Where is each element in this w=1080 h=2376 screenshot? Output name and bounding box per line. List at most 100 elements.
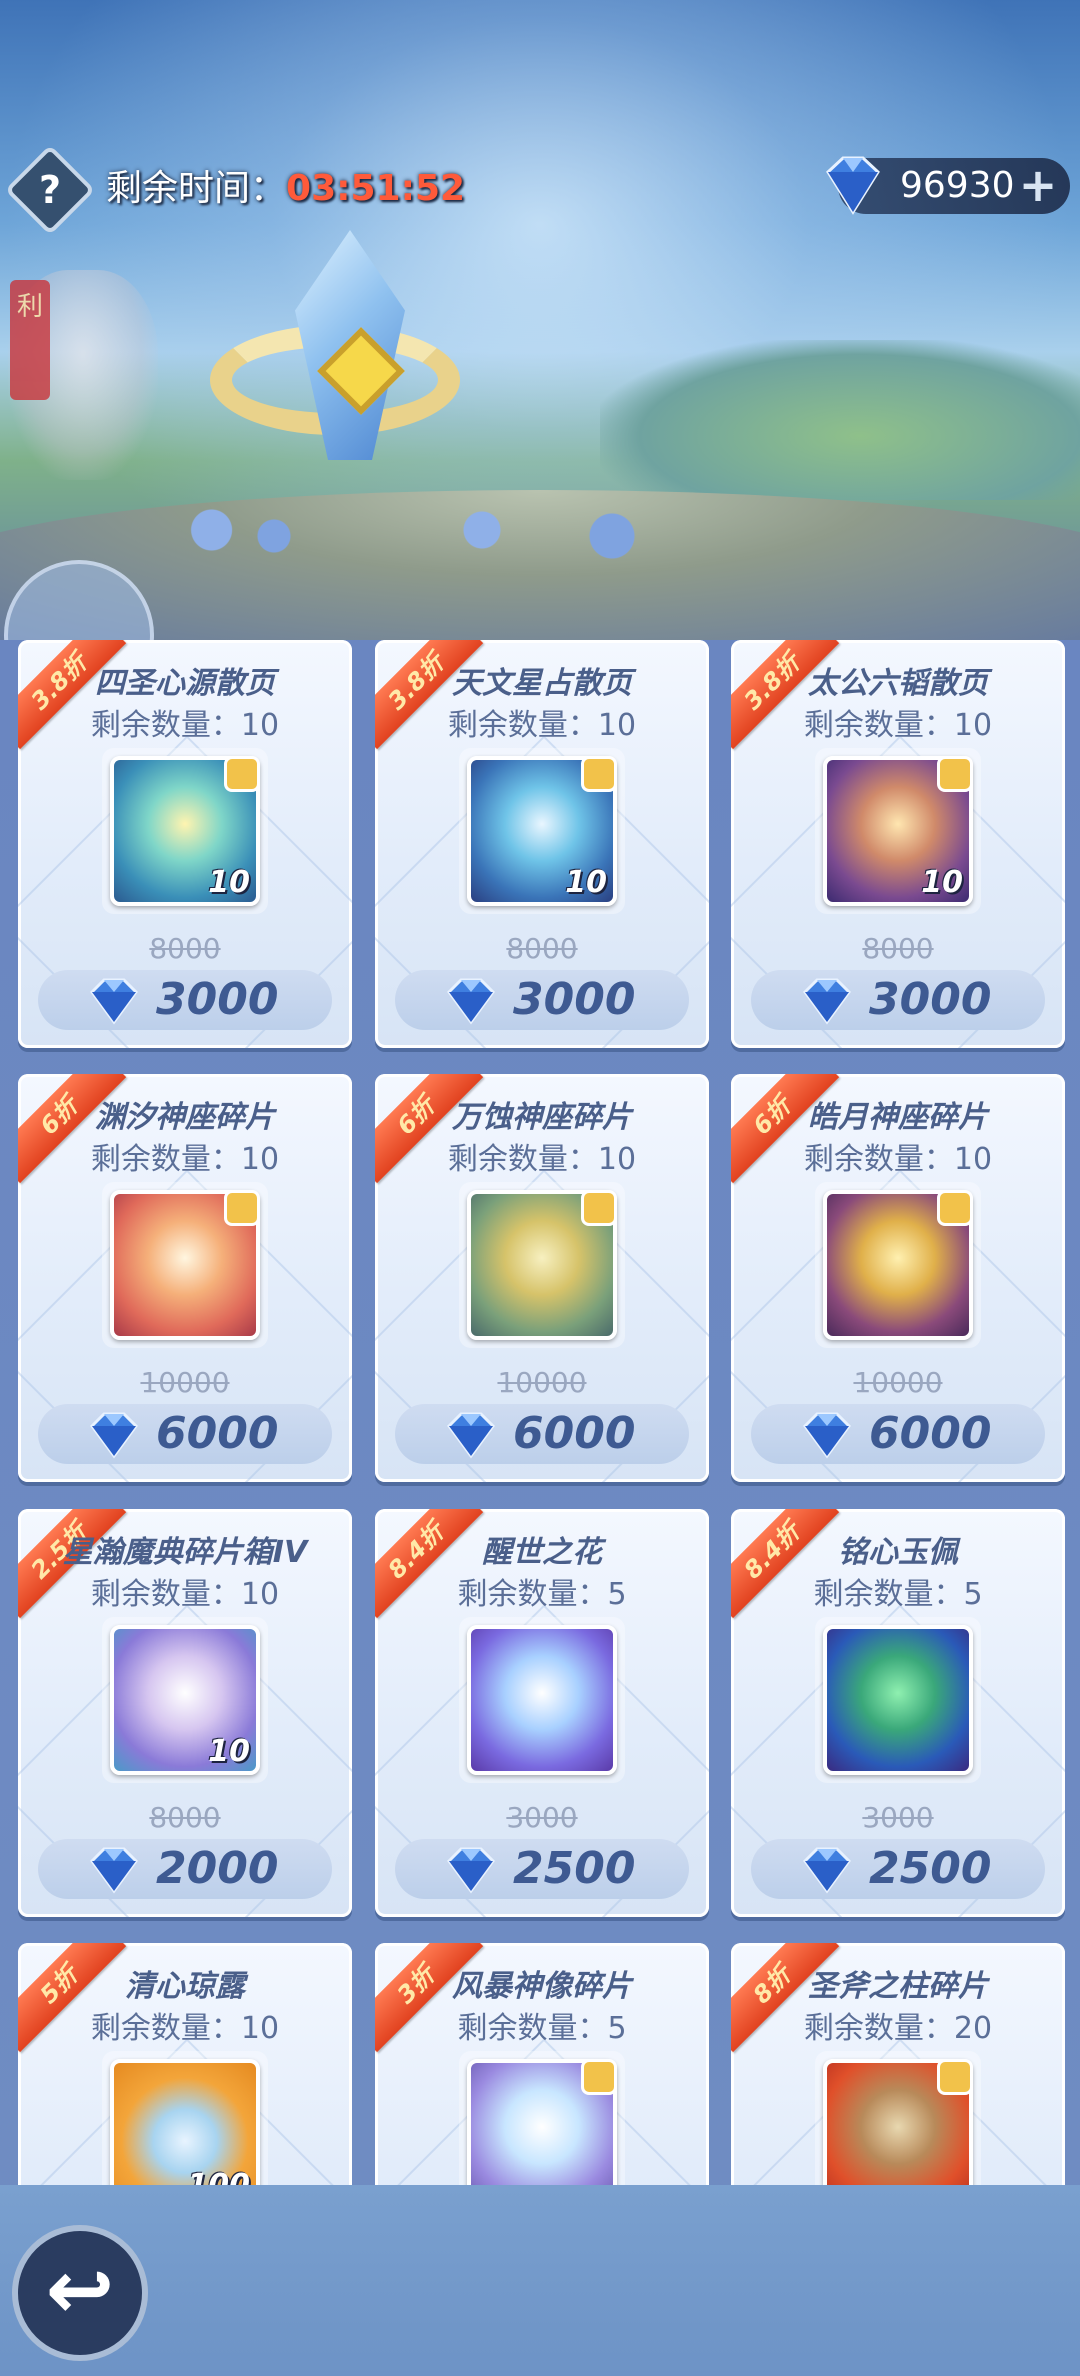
diamond-icon	[90, 1847, 138, 1894]
item-icon: 10	[467, 756, 617, 906]
item-name: 圣斧之柱碎片	[808, 1969, 988, 2004]
item-name: 皓月神座碎片	[808, 1100, 988, 1135]
item-icon	[467, 2059, 617, 2185]
buy-button[interactable]: 2500	[395, 1839, 689, 1899]
fragment-badge-icon	[224, 756, 260, 792]
item-name: 铭心玉佩	[838, 1535, 958, 1570]
timer-value: 03:51:52	[286, 168, 466, 209]
original-price: 10000	[731, 1366, 1065, 1399]
item-icon-frame[interactable]	[815, 1617, 981, 1783]
item-icon-frame[interactable]	[102, 1182, 268, 1348]
item-icon-frame[interactable]: 100	[102, 2051, 268, 2185]
item-name: 醒世之花	[482, 1535, 602, 1570]
item-name: 天文星占散页	[452, 666, 632, 701]
original-price-value: 8000	[506, 932, 578, 965]
original-price: 8000	[731, 932, 1065, 965]
shop-item-card[interactable]: 8.4折 铭心玉佩 剩余数量：5 3000 2500	[731, 1509, 1065, 1917]
item-icon	[110, 1190, 260, 1340]
shop-item-card[interactable]: 5折清心琼露剩余数量：10100	[18, 1943, 352, 2185]
diamond-icon	[90, 1412, 138, 1459]
item-icon: 10	[823, 756, 973, 906]
diamond-icon	[826, 156, 880, 215]
sale-price: 2000	[156, 1843, 279, 1894]
shop-item-card[interactable]: 8折 圣斧之柱碎片 剩余数量：20	[731, 1943, 1065, 2185]
shop-item-card[interactable]: 6折 皓月神座碎片 剩余数量：10 10000 6000	[731, 1074, 1065, 1482]
shop-item-card[interactable]: 2.5折 星瀚魔典碎片箱IV 剩余数量：10 10 8000 2000	[18, 1509, 352, 1917]
add-currency-button[interactable]: +	[1018, 162, 1058, 208]
buy-button[interactable]: 6000	[751, 1404, 1045, 1464]
shop-item-card[interactable]: 3.8折 四圣心源散页 剩余数量：10 10 8000 3000	[18, 640, 352, 1048]
original-price-value: 10000	[140, 1366, 230, 1399]
item-quantity: 100	[187, 2168, 250, 2185]
fragment-badge-icon	[937, 756, 973, 792]
buy-button[interactable]: 6000	[395, 1404, 689, 1464]
sale-price: 3000	[869, 974, 992, 1025]
shop-grid-area[interactable]: 3.8折 四圣心源散页 剩余数量：10 10 8000 3000 3.8折 天文星占散页 剩余数…	[0, 640, 1080, 2185]
remaining-time: 剩余时间：03:51:52	[106, 162, 465, 216]
item-icon: 10	[110, 756, 260, 906]
buy-button[interactable]: 6000	[38, 1404, 332, 1464]
shop-item-card[interactable]: 3折 风暴神像碎片 剩余数量：5	[375, 1943, 709, 2185]
original-price: 10000	[375, 1366, 709, 1399]
item-remaining-count: 剩余数量：10	[90, 1577, 280, 1612]
original-price: 8000	[18, 1801, 352, 1834]
diamond-icon	[447, 1412, 495, 1459]
original-price-value: 8000	[149, 932, 221, 965]
item-icon	[823, 2059, 973, 2185]
item-icon-frame[interactable]	[815, 1182, 981, 1348]
item-icon-frame[interactable]	[815, 2051, 981, 2185]
item-icon-frame[interactable]: 10	[102, 1617, 268, 1783]
sale-price: 6000	[513, 1408, 636, 1459]
item-name: 星瀚魔典碎片箱IV	[62, 1535, 308, 1570]
item-icon-frame[interactable]: 10	[102, 748, 268, 914]
shop-item-card[interactable]: 6折 渊汐神座碎片 剩余数量：10 10000 6000	[18, 1074, 352, 1482]
item-icon-frame[interactable]	[459, 1617, 625, 1783]
back-button[interactable]: ↩	[12, 2225, 148, 2361]
buy-button[interactable]: 3000	[395, 970, 689, 1030]
diamond-icon	[90, 978, 138, 1025]
item-remaining-count: 剩余数量：5	[813, 1577, 983, 1612]
item-remaining-count: 剩余数量：10	[90, 2011, 280, 2046]
sale-price: 3000	[156, 974, 279, 1025]
diamond-icon	[447, 1847, 495, 1894]
buy-button[interactable]: 2500	[751, 1839, 1045, 1899]
buy-button[interactable]: 3000	[751, 970, 1045, 1030]
item-remaining-count: 剩余数量：5	[457, 1577, 627, 1612]
item-remaining-count: 剩余数量：5	[457, 2011, 627, 2046]
item-name: 清心琼露	[125, 1969, 245, 2004]
shop-item-card[interactable]: 3.8折 太公六韬散页 剩余数量：10 10 8000 3000	[731, 640, 1065, 1048]
item-icon-frame[interactable]: 10	[459, 748, 625, 914]
buy-button[interactable]: 2000	[38, 1839, 332, 1899]
item-icon-frame[interactable]: 10	[815, 748, 981, 914]
item-name: 渊汐神座碎片	[95, 1100, 275, 1135]
original-price: 3000	[731, 1801, 1065, 1834]
item-icon-frame[interactable]	[459, 2051, 625, 2185]
item-icon	[467, 1190, 617, 1340]
item-quantity: 10	[208, 1734, 250, 1769]
diamond-icon	[803, 1412, 851, 1459]
crystal-rocks	[170, 500, 690, 560]
sale-price: 6000	[869, 1408, 992, 1459]
shop-item-card[interactable]: 8.4折 醒世之花 剩余数量：5 3000 2500	[375, 1509, 709, 1917]
item-remaining-count: 剩余数量：10	[90, 708, 280, 743]
buy-button[interactable]: 3000	[38, 970, 332, 1030]
side-banner-tag[interactable]: 利	[10, 280, 50, 400]
shop-item-card[interactable]: 6折 万蚀神座碎片 剩余数量：10 10000 6000	[375, 1074, 709, 1482]
item-name: 太公六韬散页	[808, 666, 988, 701]
original-price: 3000	[375, 1801, 709, 1834]
item-icon	[823, 1625, 973, 1775]
item-icon	[467, 1625, 617, 1775]
original-price-value: 3000	[862, 1801, 934, 1834]
fragment-badge-icon	[581, 756, 617, 792]
item-icon: 10	[110, 1625, 260, 1775]
item-quantity: 10	[208, 865, 250, 900]
question-mark-icon: ?	[38, 168, 62, 212]
item-name: 四圣心源散页	[95, 666, 275, 701]
currency-bar: 96930 +	[826, 156, 1070, 215]
shop-item-card[interactable]: 3.8折 天文星占散页 剩余数量：10 10 8000 3000	[375, 640, 709, 1048]
item-quantity: 10	[565, 865, 607, 900]
item-icon-frame[interactable]	[459, 1182, 625, 1348]
back-arrow-icon: ↩	[45, 2243, 115, 2338]
original-price-value: 8000	[862, 932, 934, 965]
item-remaining-count: 剩余数量：10	[803, 1142, 993, 1177]
